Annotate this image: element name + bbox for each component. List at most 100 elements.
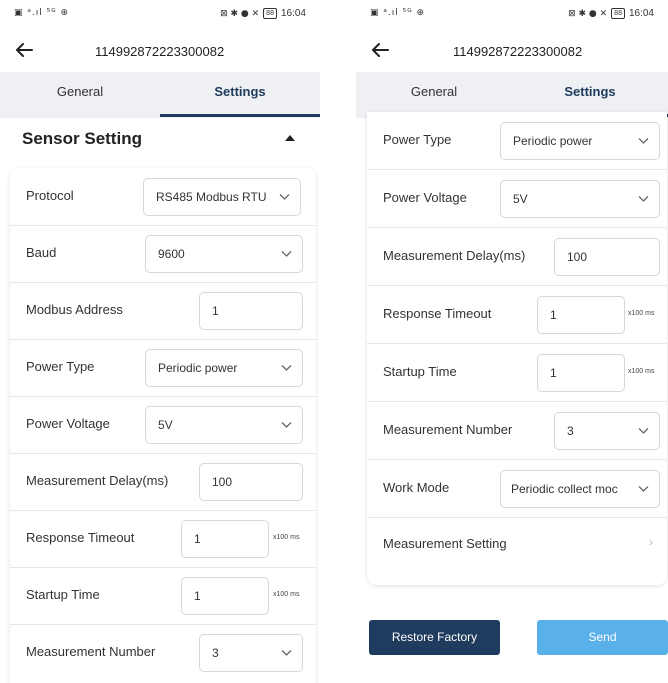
status-right-icons: ⊠ ✱ ● ✕ 88 16:04: [568, 8, 654, 19]
row-protocol: Protocol RS485 Modbus RTU: [10, 168, 316, 226]
row-startup-time: Startup Time 1 x100 ms: [10, 567, 316, 625]
chevron-down-icon: [281, 422, 292, 428]
chevron-down-icon: [638, 486, 649, 492]
status-right-icons: ⊠ ✱ ● ✕ 88 16:04: [220, 8, 306, 19]
measurement-setting-link[interactable]: Measurement Setting ›: [367, 518, 667, 576]
status-bar: ▣ ᵃ.ıl ⁵ᴳ ⊕ ⊠ ✱ ● ✕ 88 16:04: [356, 0, 668, 28]
section-title: Sensor Setting: [22, 129, 142, 148]
tab-bar: General Settings: [0, 72, 320, 118]
power-type-select[interactable]: Periodic power: [145, 349, 303, 387]
measurement-delay-input[interactable]: 100: [199, 463, 303, 501]
protocol-select[interactable]: RS485 Modbus RTU: [143, 178, 301, 216]
row-power-type: Power Type Periodic power: [10, 339, 316, 397]
startup-time-input[interactable]: 1: [181, 577, 269, 615]
label-response-timeout: Response Timeout: [26, 530, 135, 545]
label-measurement-delay: Measurement Delay(ms): [26, 473, 169, 488]
measurement-number-select[interactable]: 3: [554, 412, 660, 450]
status-time: 16:04: [280, 8, 306, 19]
header: 114992872223300082: [0, 34, 320, 68]
chevron-down-icon: [279, 194, 290, 200]
power-type-select[interactable]: Periodic power: [500, 122, 660, 160]
label-work-mode: Work Mode: [383, 480, 450, 495]
label-power-type: Power Type: [26, 359, 95, 374]
row-startup-time: Startup Time 1 x100 ms: [367, 344, 667, 402]
device-id-title: 114992872223300082: [95, 44, 225, 59]
power-voltage-select[interactable]: 5V: [500, 180, 660, 218]
label-measurement-number: Measurement Number: [383, 422, 513, 437]
status-bar: ▣ ᵃ.ıl ⁵ᴳ ⊕ ⊠ ✱ ● ✕ 88 16:04: [0, 0, 320, 28]
power-voltage-value: 5V: [513, 192, 528, 206]
startup-time-unit: x100 ms: [628, 368, 655, 375]
settings-screen-scrolled-top: ▣ ᵃ.ıl ⁵ᴳ ⊕ ⊠ ✱ ● ✕ 88 16:04 11499287222…: [0, 0, 320, 683]
battery-icon: 88: [263, 8, 277, 19]
tab-settings[interactable]: Settings: [160, 72, 320, 118]
chevron-down-icon: [281, 365, 292, 371]
chevron-down-icon: [638, 196, 649, 202]
baud-select[interactable]: 9600: [145, 235, 303, 273]
measurement-delay-input[interactable]: 100: [554, 238, 660, 276]
row-work-mode: Work Mode Periodic collect moc: [367, 460, 667, 518]
label-modbus-address: Modbus Address: [26, 302, 123, 317]
restore-factory-button[interactable]: Restore Factory: [369, 620, 500, 655]
row-measurement-number: Measurement Number 3: [367, 402, 667, 460]
status-icons: ⊠ ✱ ● ✕: [568, 8, 608, 19]
row-baud: Baud 9600: [10, 225, 316, 283]
startup-time-unit: x100 ms: [273, 591, 300, 598]
row-response-timeout: Response Timeout 1 x100 ms: [367, 286, 667, 344]
power-voltage-value: 5V: [158, 418, 173, 432]
collapse-up-icon[interactable]: [284, 133, 296, 143]
row-modbus-address: Modbus Address 1: [10, 282, 316, 340]
work-mode-select[interactable]: Periodic collect moc: [500, 470, 660, 508]
label-measurement-setting: Measurement Setting: [383, 536, 507, 551]
label-startup-time: Startup Time: [383, 364, 457, 379]
chevron-down-icon: [281, 251, 292, 257]
status-left-icons: ▣ ᵃ.ıl ⁵ᴳ ⊕: [370, 8, 426, 18]
baud-value: 9600: [158, 247, 185, 261]
send-button[interactable]: Send: [537, 620, 668, 655]
status-time: 16:04: [628, 8, 654, 19]
settings-screen-scrolled-bottom: ▣ ᵃ.ıl ⁵ᴳ ⊕ ⊠ ✱ ● ✕ 88 16:04 11499287222…: [356, 0, 668, 683]
row-measurement-delay: Measurement Delay(ms) 100: [367, 228, 667, 286]
back-arrow-icon[interactable]: [12, 38, 36, 62]
header: 114992872223300082: [356, 34, 668, 68]
response-timeout-input[interactable]: 1: [181, 520, 269, 558]
power-type-value: Periodic power: [158, 361, 238, 375]
label-power-voltage: Power Voltage: [26, 416, 110, 431]
chevron-down-icon: [638, 428, 649, 434]
label-power-type: Power Type: [383, 132, 452, 147]
tab-general[interactable]: General: [0, 72, 160, 118]
label-measurement-number: Measurement Number: [26, 644, 156, 659]
work-mode-value: Periodic collect moc: [511, 482, 618, 496]
status-icons: ⊠ ✱ ● ✕: [220, 8, 260, 19]
response-timeout-unit: x100 ms: [628, 310, 655, 317]
row-measurement-number: Measurement Number 3: [10, 624, 316, 682]
back-arrow-icon[interactable]: [368, 38, 392, 62]
label-startup-time: Startup Time: [26, 587, 100, 602]
chevron-right-icon: ›: [649, 535, 653, 549]
status-left-icons: ▣ ᵃ.ıl ⁵ᴳ ⊕: [14, 8, 70, 18]
sensor-settings-card: Power Type Periodic power Power Voltage …: [367, 112, 667, 585]
label-measurement-delay: Measurement Delay(ms): [383, 248, 526, 263]
row-measurement-delay: Measurement Delay(ms) 100: [10, 453, 316, 511]
response-timeout-input[interactable]: 1: [537, 296, 625, 334]
device-id-title: 114992872223300082: [453, 44, 583, 59]
startup-time-input[interactable]: 1: [537, 354, 625, 392]
power-voltage-select[interactable]: 5V: [145, 406, 303, 444]
chevron-down-icon: [281, 650, 292, 656]
measurement-number-select[interactable]: 3: [199, 634, 303, 672]
label-baud: Baud: [26, 245, 57, 260]
row-power-type: Power Type Periodic power: [367, 112, 667, 170]
protocol-value: RS485 Modbus RTU: [156, 190, 267, 204]
row-response-timeout: Response Timeout 1 x100 ms: [10, 510, 316, 568]
row-power-voltage: Power Voltage 5V: [367, 170, 667, 228]
modbus-address-input[interactable]: 1: [199, 292, 303, 330]
label-response-timeout: Response Timeout: [383, 306, 492, 321]
row-power-voltage: Power Voltage 5V: [10, 396, 316, 454]
sensor-settings-card: Protocol RS485 Modbus RTU Baud 9600 Modb…: [10, 168, 316, 683]
measurement-number-value: 3: [567, 424, 574, 438]
label-protocol: Protocol: [26, 188, 74, 203]
measurement-number-value: 3: [212, 646, 219, 660]
label-power-voltage: Power Voltage: [383, 190, 467, 205]
power-type-value: Periodic power: [513, 134, 593, 148]
response-timeout-unit: x100 ms: [273, 534, 300, 541]
